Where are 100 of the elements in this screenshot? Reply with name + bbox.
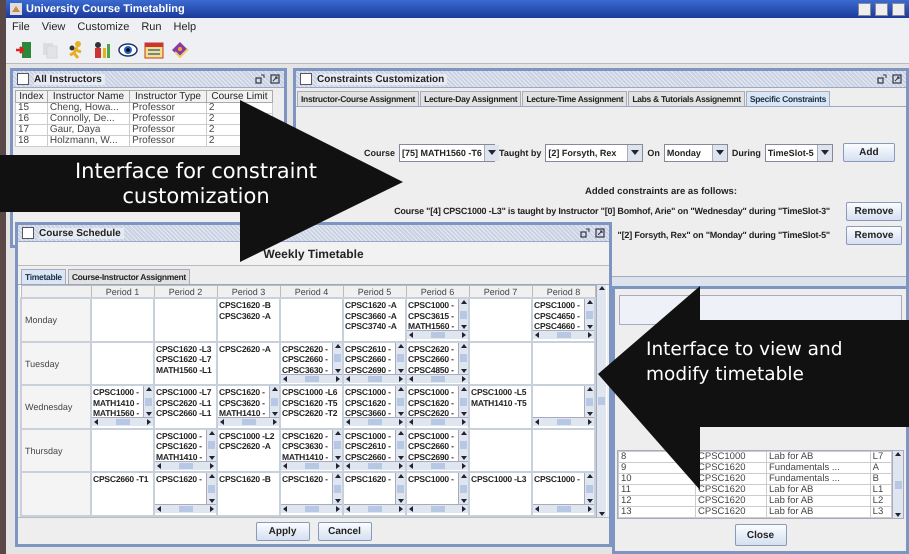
course-entry[interactable]: CPSC2620 -A (219, 441, 278, 452)
course-entry[interactable]: CPSC3630 - (282, 364, 331, 374)
course-entry[interactable]: CPSC1620 -L7 (156, 354, 215, 365)
course-entry[interactable]: CPSC2690 - (408, 452, 457, 461)
course-entry[interactable]: MATH1410 - (156, 452, 205, 461)
course-entry[interactable]: CPSC3615 - (408, 310, 457, 322)
tab[interactable]: Lecture-Time Assignment (522, 91, 628, 106)
course-entry[interactable]: CPSC1000 - (408, 300, 457, 311)
course-entry[interactable]: CPSC1000 - (156, 430, 205, 442)
tab[interactable]: Instructor-Course Assignment (297, 91, 420, 106)
menu-item[interactable]: Run (141, 21, 162, 33)
course-entry[interactable]: CPSC2660 -L1 (156, 408, 215, 419)
course-entry[interactable]: CPSC1620 -L3 (156, 344, 215, 354)
course-entry[interactable]: CPSC2660 - (408, 441, 457, 452)
course-entry[interactable]: CPSC2620 - (408, 408, 457, 418)
column-header: Period 4 (280, 286, 343, 298)
course-entry[interactable]: CPSC2610 - (345, 441, 394, 452)
course-entry[interactable]: CPSC1000 -L2 (219, 430, 278, 442)
tab[interactable]: Labs & Tutorials Assignemnt (628, 91, 745, 106)
course-entry[interactable]: CPSC3740 -A (345, 321, 404, 332)
field-label: Taught by (499, 148, 542, 158)
course-entry[interactable]: CPSC3620 -A (219, 310, 278, 322)
column-header: Period 5 (343, 286, 406, 298)
course-entry[interactable]: CPSC1620 - (219, 387, 268, 398)
course-entry[interactable]: CPSC3620 - (219, 398, 268, 408)
menu-item[interactable]: File (12, 21, 30, 33)
column-header[interactable]: Instructor Name (47, 90, 130, 102)
course-entry[interactable]: CPSC1620 - (156, 441, 205, 452)
course-entry[interactable]: CPSC2620 - (408, 344, 457, 354)
course-entry[interactable]: CPSC4650 - (534, 310, 583, 322)
course-entry[interactable]: MATH1560 - (93, 408, 142, 418)
timetable-heading: Weekly Timetable (263, 246, 364, 260)
column-header[interactable]: Course Limit (206, 90, 272, 102)
course-entry[interactable]: CPSC3660 -A (345, 310, 404, 322)
course-entry[interactable]: CPSC1000 - (408, 474, 457, 485)
column-header[interactable]: Index (16, 90, 48, 102)
course-entry[interactable]: MATH1560 -L1 (156, 364, 215, 376)
table-cell: 11 (618, 484, 696, 496)
menu-item[interactable]: Customize (77, 21, 130, 33)
remove-button[interactable]: Remove (846, 226, 902, 244)
course-entry[interactable]: CPSC1620 - (345, 398, 394, 408)
table-cell: 13 (618, 506, 696, 518)
add-button[interactable]: Add (842, 143, 895, 162)
table-cell: Connolly, De... (47, 114, 130, 124)
close-button[interactable]: Close (734, 524, 786, 546)
course-entry[interactable]: CPSC3630 - (282, 441, 331, 452)
course-entry[interactable]: MATH1560 - (408, 321, 457, 330)
course-entry[interactable]: CPSC1620 -T5 (282, 398, 341, 408)
dialog-button[interactable]: Cancel (318, 522, 372, 540)
table-cell: 12 (618, 496, 696, 506)
course-entry[interactable]: CPSC1000 - (408, 430, 457, 442)
course-entry[interactable]: CPSC2660 - (282, 354, 331, 365)
instructor-dropdown[interactable]: [2] Forsyth, Rex (545, 144, 644, 162)
course-entry[interactable]: CPSC1620 -B (219, 300, 278, 311)
course-entry[interactable]: CPSC1620 - (282, 474, 331, 485)
course-entry[interactable]: CPSC1620 - (408, 398, 457, 408)
course-entry[interactable]: CPSC1000 - (93, 387, 142, 398)
course-entry[interactable]: MATH1410 -T5 (471, 398, 530, 408)
course-entry[interactable]: CPSC4660 - (534, 321, 583, 330)
course-entry[interactable]: CPSC1000 - (408, 387, 457, 398)
course-entry[interactable]: CPSC1620 - (345, 474, 394, 485)
tab[interactable]: Specific Constraints (746, 91, 830, 106)
table-cell: Gaur, Daya (47, 124, 130, 136)
course-entry[interactable]: MATH1410 - (219, 408, 268, 418)
table-cell: CPSC1620 (696, 506, 766, 518)
course-entry[interactable]: CPSC2620 - (282, 344, 331, 354)
day-dropdown[interactable]: Monday (664, 144, 728, 162)
table-cell: Professor (130, 136, 206, 146)
list-heading: Added constraints are as follows: (584, 186, 738, 197)
course-entry[interactable]: CPSC2660 - (345, 354, 394, 365)
course-entry[interactable]: CPSC1000 - (345, 430, 394, 442)
timeslot-dropdown[interactable]: TimeSlot-5 (764, 144, 833, 162)
course-entry[interactable]: CPSC2620 -L1 (156, 398, 215, 408)
course-entry[interactable]: CPSC1000 -L5 (471, 387, 530, 398)
column-header[interactable]: Instructor Type (130, 90, 206, 102)
dialog-button[interactable]: Apply (256, 522, 310, 540)
course-entry[interactable]: MATH1410 - (93, 398, 142, 408)
menu-item[interactable]: View (42, 21, 66, 33)
course-entry[interactable]: CPSC2660 - (408, 354, 457, 365)
field-label: Course (364, 148, 396, 158)
course-entry[interactable]: CPSC1000 - (345, 387, 394, 398)
remove-button[interactable]: Remove (846, 202, 902, 220)
tab[interactable]: Lecture-Day Assignment (420, 91, 522, 106)
course-entry[interactable]: CPSC2610 - (345, 344, 394, 354)
tab[interactable]: Timetable (21, 269, 66, 284)
course-entry[interactable]: CPSC1000 - (534, 300, 583, 311)
course-entry[interactable]: CPSC2620 -T2 (282, 408, 341, 419)
course-entry[interactable]: CPSC1620 - (282, 430, 331, 442)
menu-item[interactable]: Help (174, 21, 196, 33)
course-entry[interactable]: CPSC3660 - (345, 408, 394, 418)
course-entry[interactable]: CPSC1000 -L6 (282, 387, 341, 398)
course-entry[interactable]: CPSC1000 -L7 (156, 387, 215, 398)
course-entry[interactable]: CPSC2690 - (345, 364, 394, 374)
course-entry[interactable]: CPSC4850 - (408, 364, 457, 374)
course-entry[interactable]: CPSC1620 -A (345, 300, 404, 311)
tab[interactable]: Course-Instructor Assignment (68, 269, 190, 284)
course-entry[interactable]: CPSC1000 - (534, 474, 583, 485)
course-entry[interactable]: MATH1410 - (282, 452, 331, 461)
course-entry[interactable]: CPSC2660 - (345, 452, 394, 461)
course-entry[interactable]: CPSC1620 - (156, 474, 205, 485)
